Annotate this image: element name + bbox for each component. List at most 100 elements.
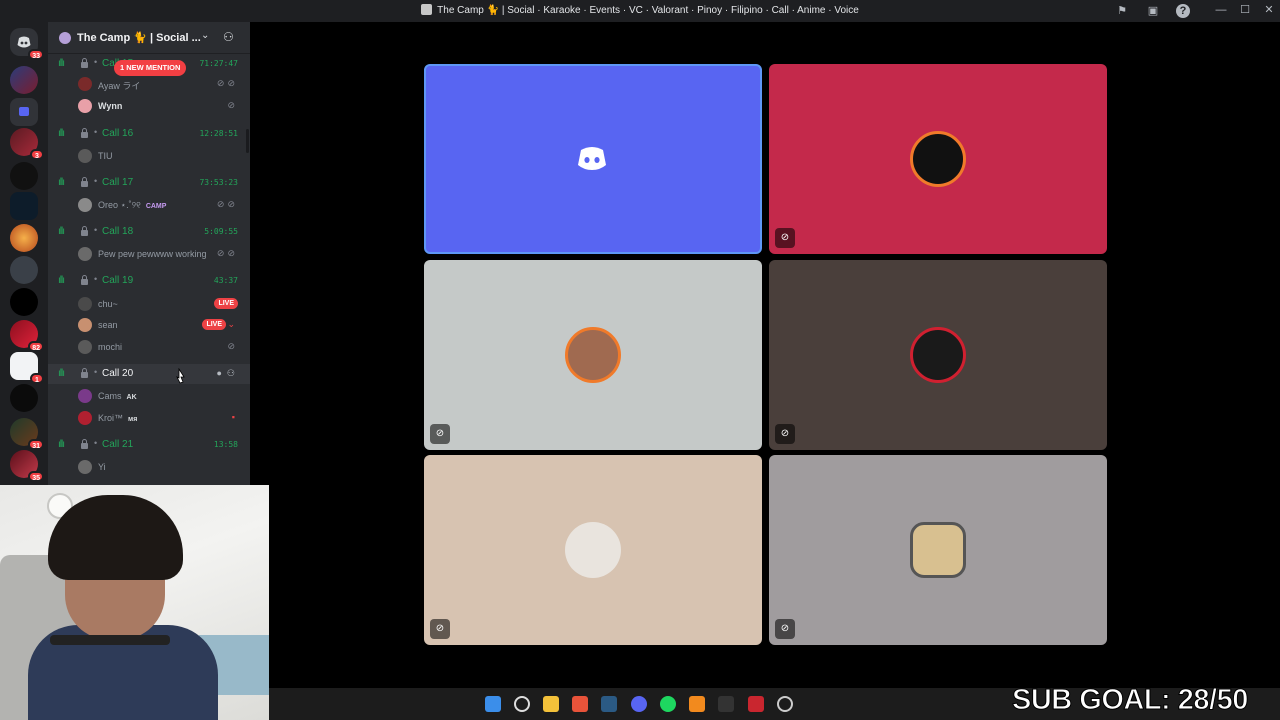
channel-name: Call 16 — [102, 128, 134, 139]
avatar — [78, 99, 92, 113]
file-explorer-icon[interactable] — [543, 696, 559, 712]
member-name-group: Oreo ⋆.˚୨୧ CAMP — [98, 200, 166, 211]
call-timer: 12:28:51 — [199, 129, 238, 138]
server-icon[interactable]: 82 — [10, 320, 44, 352]
chevron-down-icon[interactable]: ⌄ — [227, 319, 238, 330]
voice-member[interactable]: mochi ⊘ — [48, 337, 250, 357]
app-icon[interactable] — [748, 696, 764, 712]
mouse-cursor-icon — [176, 368, 185, 384]
server-icon[interactable] — [10, 288, 38, 316]
dot-separator: • — [94, 438, 98, 448]
close-button[interactable]: ✕ — [1262, 3, 1276, 17]
invite-people-icon[interactable]: ⚇ — [223, 30, 234, 44]
lock-icon — [81, 275, 88, 285]
channel-name: Call 17 — [102, 177, 134, 188]
chat-icon[interactable]: ● — [216, 368, 226, 378]
participant-tile[interactable] — [424, 64, 762, 254]
voice-member[interactable]: sean LIVE ⌄ — [48, 315, 250, 335]
guild-header[interactable]: The Camp 🐈 | Social ... ⌄ ⚇ — [48, 22, 250, 54]
channel-name: Call 19 — [102, 275, 134, 286]
participant-tile[interactable]: ⊘ — [769, 455, 1107, 645]
inbox-icon[interactable]: ⚑ — [1115, 4, 1129, 18]
app-icon[interactable] — [777, 696, 793, 712]
sidebar-scrollbar[interactable] — [246, 129, 249, 153]
dot-separator: • — [94, 225, 98, 235]
channel-name: Call 21 — [102, 439, 134, 450]
voice-channel-call-20[interactable]: ıllı • Call 20 ●⚇ — [48, 364, 250, 384]
member-name-group: Cams AK — [98, 391, 137, 401]
voice-member[interactable]: Oreo ⋆.˚୨୧ CAMP ⊘⊘ — [48, 195, 250, 215]
server-icon-active[interactable]: 1 — [10, 352, 44, 384]
server-icon[interactable] — [10, 384, 38, 412]
voice-channel-call-16[interactable]: ıllı • Call 16 12:28:51 — [48, 124, 250, 144]
call-timer: 5:09:55 — [204, 227, 238, 236]
steam-icon[interactable] — [601, 696, 617, 712]
server-icon[interactable] — [10, 192, 38, 220]
member-name: Cams — [98, 391, 122, 401]
invite-icon[interactable]: ⚇ — [227, 368, 240, 378]
new-mention-pill[interactable]: 1 NEW MENTION — [114, 60, 187, 76]
server-icon[interactable] — [10, 224, 38, 252]
voice-member[interactable]: Pew pew pewwww working ⊘⊘ — [48, 244, 250, 264]
avatar — [78, 247, 92, 261]
channel-actions: ●⚇ — [216, 368, 240, 379]
terminal-icon[interactable] — [718, 696, 734, 712]
member-name-group: Kroi™ мя — [98, 413, 137, 423]
voice-member[interactable]: Cams AK — [48, 386, 250, 406]
live-badge: LIVE — [202, 319, 226, 330]
server-icon — [421, 4, 433, 15]
call-timer: 71:27:47 — [199, 59, 238, 68]
avatar — [78, 460, 92, 474]
maximize-button[interactable]: ☐ — [1238, 3, 1252, 17]
folder-icon[interactable] — [10, 98, 38, 126]
app-icon[interactable] — [689, 696, 705, 712]
avatar — [78, 297, 92, 311]
avatar — [565, 327, 621, 383]
start-menu-icon[interactable] — [485, 696, 501, 712]
dot-separator: • — [94, 274, 98, 284]
voice-wave-icon: ıllı — [58, 439, 65, 450]
voice-member[interactable]: Ayaw ライ ⊘⊘ — [48, 74, 250, 94]
lock-icon — [81, 226, 88, 236]
minimize-button[interactable]: — — [1214, 3, 1228, 17]
server-icon[interactable]: 35 — [10, 450, 44, 482]
participant-tile[interactable]: ⊘ — [769, 260, 1107, 450]
chevron-down-icon[interactable]: ⌄ — [201, 30, 209, 41]
voice-wave-icon: ıllı — [58, 226, 65, 237]
screen-share-icon[interactable]: ▣ — [1146, 4, 1160, 18]
avatar — [565, 522, 621, 578]
discord-taskbar-icon[interactable] — [631, 696, 647, 712]
voice-member[interactable]: Kroi™ мя ▪ — [48, 408, 250, 428]
title-bar: The Camp 🐈 | Social · Karaoke · Events ·… — [0, 0, 1280, 22]
search-icon[interactable] — [514, 696, 530, 712]
channel-sidebar: The Camp 🐈 | Social ... ⌄ ⚇ 1 NEW MENTIO… — [48, 22, 250, 485]
unread-badge: 35 — [28, 471, 44, 482]
live-badge: LIVE — [214, 298, 238, 309]
participant-tile[interactable]: ⊘ — [769, 64, 1107, 254]
dot-separator: • — [94, 127, 98, 137]
voice-member[interactable]: Wynn ⊘ — [48, 96, 250, 116]
server-icon[interactable] — [10, 66, 38, 94]
brave-browser-icon[interactable] — [572, 696, 588, 712]
voice-channel-call-18[interactable]: ıllı • Call 18 5:09:55 — [48, 222, 250, 242]
help-icon[interactable]: ? — [1176, 4, 1190, 18]
voice-channel-call-21[interactable]: ıllı • Call 21 13:58 — [48, 435, 250, 455]
spotify-icon[interactable] — [660, 696, 676, 712]
guild-name: The Camp 🐈 | Social ... — [77, 32, 201, 44]
voice-member[interactable]: TIU — [48, 146, 250, 166]
server-icon[interactable]: 3 — [10, 128, 44, 160]
voice-channel-call-19[interactable]: ıllı • Call 19 43:37 — [48, 271, 250, 291]
participant-tile[interactable]: ⊘ — [424, 260, 762, 450]
voice-member[interactable]: chu~ LIVE — [48, 294, 250, 314]
server-icon[interactable] — [10, 162, 38, 190]
server-icon[interactable]: 31 — [10, 418, 44, 450]
voice-channel-call-17[interactable]: ıllı • Call 17 73:53:23 — [48, 173, 250, 193]
server-icon[interactable] — [10, 256, 38, 284]
lock-icon — [81, 58, 88, 68]
member-name: Pew pew pewwww working — [98, 249, 207, 259]
lock-icon — [81, 128, 88, 138]
discord-logo-icon — [578, 147, 606, 170]
participant-tile[interactable]: ⊘ — [424, 455, 762, 645]
voice-member[interactable]: Yi — [48, 457, 250, 477]
direct-messages-button[interactable]: 33 — [10, 28, 44, 60]
